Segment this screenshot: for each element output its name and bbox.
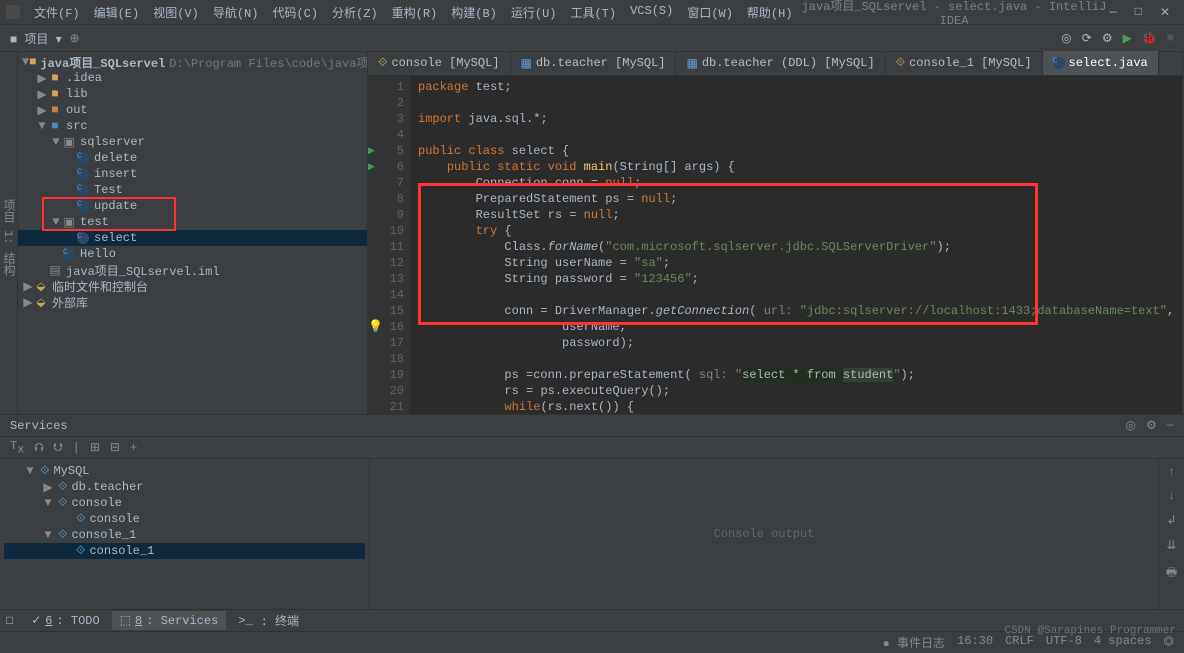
menu-item[interactable]: 导航(N) xyxy=(207,2,265,23)
close-icon[interactable]: ✕ xyxy=(1160,5,1170,20)
tree-item[interactable]: ▼▣test xyxy=(18,214,367,230)
services-minimize-icon[interactable]: — xyxy=(1167,418,1174,433)
svc-scroll-icon[interactable]: ⇊ xyxy=(1166,538,1176,553)
tree-item[interactable]: ▼■java项目_SQLservelD:\Program Files\code\… xyxy=(18,54,367,70)
refresh-icon[interactable]: ⟳ xyxy=(1082,31,1092,46)
tree-item[interactable]: CHello xyxy=(18,246,367,262)
settings-icon[interactable]: ⚙ xyxy=(1102,31,1113,46)
app-logo-icon xyxy=(6,5,20,19)
editor: 1234▶5▶6789101112131415💡1617181920212223… xyxy=(368,76,1182,414)
svc-layout-icon[interactable]: ⊟ xyxy=(110,440,120,455)
menu-item[interactable]: 分析(Z) xyxy=(326,2,384,23)
tree-item[interactable]: Cselect xyxy=(18,230,367,246)
stop-icon[interactable]: ■ xyxy=(1167,31,1174,46)
titlebar: 文件(F)编辑(E)视图(V)导航(N)代码(C)分析(Z)重构(R)构建(B)… xyxy=(0,0,1184,24)
services-tree-item[interactable]: ▼⟐console xyxy=(4,495,365,511)
project-panel: ▼■java项目_SQLservelD:\Program Files\code\… xyxy=(18,52,368,414)
bottom-tab[interactable]: ⬚8: Services xyxy=(112,611,227,630)
editor-tab[interactable]: ⟐console_1 [MySQL] xyxy=(886,51,1043,75)
editor-area: ⟐console [MySQL]▦db.teacher [MySQL]▦db.t… xyxy=(368,52,1182,414)
menu-item[interactable]: 帮助(H) xyxy=(741,2,799,23)
tree-item[interactable]: ▤java项目_SQLservel.iml xyxy=(18,262,367,278)
event-log[interactable]: ● 事件日志 xyxy=(883,634,945,651)
menu-item[interactable]: 代码(C) xyxy=(266,2,324,23)
project-tree[interactable]: ▼■java项目_SQLservelD:\Program Files\code\… xyxy=(18,52,367,414)
svc-tx-icon[interactable]: Tx xyxy=(10,439,24,456)
services-title: Services xyxy=(10,419,68,433)
services-gear-icon[interactable]: ⚙ xyxy=(1146,418,1157,433)
menu-item[interactable]: 视图(V) xyxy=(147,2,205,23)
left-tool-strip[interactable]: 项目 1: 结构 xyxy=(0,52,18,414)
toolbar-collapse-icon[interactable]: ⊕ xyxy=(70,31,80,46)
services-panel: Services ◎ ⚙ — Tx ⮉ ⮋ | ⊞ ⊟ + ▼⟐MySQL▶⟐d… xyxy=(0,414,1184,609)
tree-item[interactable]: ▶■out xyxy=(18,102,367,118)
services-tree[interactable]: ▼⟐MySQL▶⟐db.teacher▼⟐console⟐console▼⟐co… xyxy=(0,459,370,609)
main-menu: 文件(F)编辑(E)视图(V)导航(N)代码(C)分析(Z)重构(R)构建(B)… xyxy=(28,2,799,23)
bottom-tab[interactable]: >_: 终端 xyxy=(230,610,307,631)
menu-item[interactable]: 工具(T) xyxy=(564,2,622,23)
services-settings-icon[interactable]: ◎ xyxy=(1126,418,1136,433)
svc-rollback-icon[interactable]: ⮋ xyxy=(54,441,63,455)
services-tree-item[interactable]: ▼⟐console_1 xyxy=(4,527,365,543)
svc-print-icon[interactable]: 🖶 xyxy=(1166,563,1177,584)
run-icon[interactable]: ▶ xyxy=(1123,31,1132,46)
menu-item[interactable]: 构建(B) xyxy=(445,2,503,23)
menu-item[interactable]: 编辑(E) xyxy=(88,2,146,23)
services-tree-item[interactable]: ⟐console xyxy=(4,511,365,527)
tree-item[interactable]: ▶■.idea xyxy=(18,70,367,86)
tree-item[interactable]: ▶■lib xyxy=(18,86,367,102)
maximize-icon[interactable]: □ xyxy=(1135,5,1142,20)
svc-commit-icon[interactable]: ⮉ xyxy=(34,441,43,455)
services-tree-item[interactable]: ▶⟐db.teacher xyxy=(4,479,365,495)
editor-tab[interactable]: ▦db.teacher [MySQL] xyxy=(511,51,677,75)
menu-item[interactable]: 运行(U) xyxy=(505,2,563,23)
services-tree-item[interactable]: ▼⟐MySQL xyxy=(4,463,365,479)
menu-item[interactable]: VCS(S) xyxy=(624,2,679,23)
tree-item[interactable]: ▶⬙外部库 xyxy=(18,294,367,310)
tree-item[interactable]: ▼■src xyxy=(18,118,367,134)
services-right-tools: ↑ ↓ ↲ ⇊ 🖶 xyxy=(1158,459,1184,609)
target-icon[interactable]: ◎ xyxy=(1061,31,1071,46)
main-area: 项目 1: 结构 ▼■java项目_SQLservelD:\Program Fi… xyxy=(0,52,1184,414)
svc-add-icon[interactable]: + xyxy=(130,441,137,455)
menu-item[interactable]: 文件(F) xyxy=(28,2,86,23)
editor-tab[interactable]: ⟐console [MySQL] xyxy=(368,51,511,75)
editor-tabs: ⟐console [MySQL]▦db.teacher [MySQL]▦db.t… xyxy=(368,52,1182,76)
watermark: CSDN @Sarapines Programmer xyxy=(1004,625,1176,637)
code-area[interactable]: package test; import java.sql.*; public … xyxy=(410,76,1182,414)
menu-item[interactable]: 窗口(W) xyxy=(681,2,739,23)
svc-wrap-icon[interactable]: ↲ xyxy=(1166,513,1176,528)
status-item[interactable]: 16:30 xyxy=(957,634,993,651)
editor-tab[interactable]: ▦db.teacher (DDL) [MySQL] xyxy=(676,51,885,75)
project-dropdown[interactable]: ■ 项目 ▾ xyxy=(10,30,62,47)
tree-item[interactable]: CTest xyxy=(18,182,367,198)
window-controls: — □ ✕ xyxy=(1110,5,1170,20)
bottom-tab[interactable]: ✓6: TODO xyxy=(23,611,107,630)
console-output: Console output xyxy=(370,459,1158,609)
gutter[interactable]: 1234▶5▶6789101112131415💡1617181920212223 xyxy=(368,76,410,414)
svc-up-icon[interactable]: ↑ xyxy=(1168,465,1175,479)
tree-item[interactable]: Cdelete xyxy=(18,150,367,166)
window-title: java项目_SQLservel - select.java - Intelli… xyxy=(799,0,1110,28)
svc-down-icon[interactable]: ↓ xyxy=(1168,489,1175,503)
services-tree-item[interactable]: ⟐console_1 xyxy=(4,543,365,559)
minimize-icon[interactable]: — xyxy=(1110,5,1117,20)
menu-item[interactable]: 重构(R) xyxy=(386,2,444,23)
svc-filter-icon[interactable]: ⊞ xyxy=(90,440,100,455)
services-header: Services ◎ ⚙ — xyxy=(0,415,1184,437)
tree-item[interactable]: Cinsert xyxy=(18,166,367,182)
tree-item[interactable]: Cupdate xyxy=(18,198,367,214)
tree-item[interactable]: ▼▣sqlserver xyxy=(18,134,367,150)
tree-item[interactable]: ▶⬙临时文件和控制台 xyxy=(18,278,367,294)
services-toolbar: Tx ⮉ ⮋ | ⊞ ⊟ + xyxy=(0,437,1184,459)
toolbar: ■ 项目 ▾ ⊕ ◎ ⟳ ⚙ ▶ 🐞 ■ xyxy=(0,24,1184,52)
editor-tab[interactable]: Cselect.java xyxy=(1043,51,1159,75)
debug-icon[interactable]: 🐞 xyxy=(1142,31,1157,46)
